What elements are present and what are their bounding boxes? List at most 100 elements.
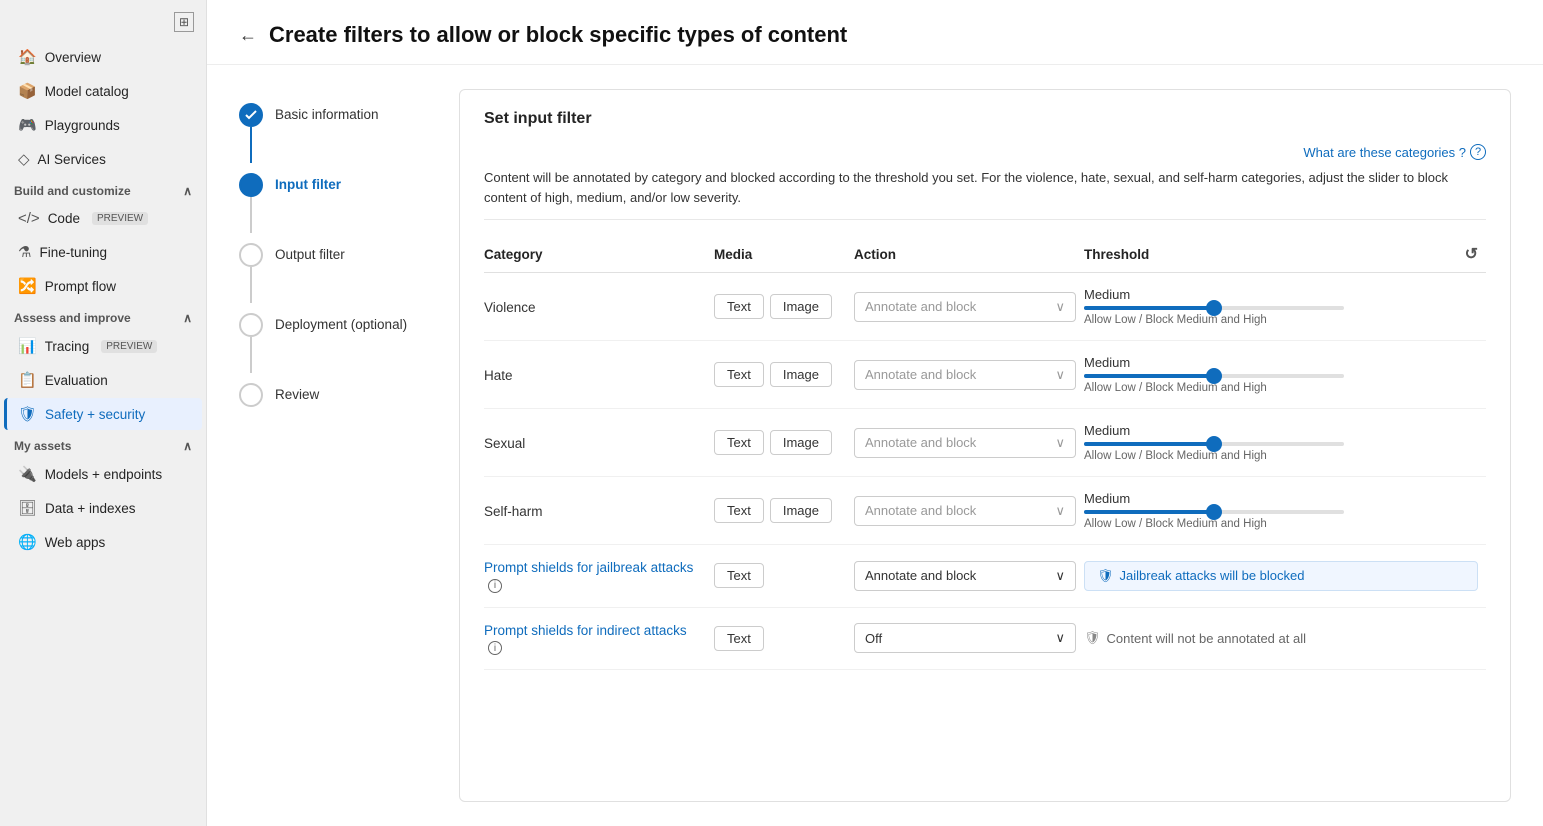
table-row: Self-harm Text Image Annotate and block … bbox=[484, 477, 1486, 545]
step-label-input-filter[interactable]: Input filter bbox=[275, 163, 341, 216]
code-icon: </> bbox=[18, 210, 40, 227]
sidebar-item-model-catalog[interactable]: 📦 Model catalog bbox=[4, 75, 202, 107]
action-dropdown-jailbreak[interactable]: Annotate and block ∨ bbox=[854, 561, 1076, 591]
table-row: Hate Text Image Annotate and block ∨ bbox=[484, 341, 1486, 409]
action-dropdown-self-harm[interactable]: Annotate and block ∨ bbox=[854, 496, 1076, 526]
sidebar-item-label: Models + endpoints bbox=[45, 467, 162, 482]
step-review: Review bbox=[239, 373, 419, 426]
home-icon: 🏠 bbox=[18, 48, 37, 66]
sidebar-item-safety-security[interactable]: 🛡 Safety + security bbox=[4, 398, 202, 430]
info-circle-icon: ? bbox=[1470, 144, 1486, 160]
step-input-filter: Input filter bbox=[239, 163, 419, 233]
sidebar-item-prompt-flow[interactable]: 🔀 Prompt flow bbox=[4, 270, 202, 302]
media-buttons-self-harm: Text Image bbox=[714, 498, 846, 523]
step-deployment-optional: Deployment (optional) bbox=[239, 303, 419, 373]
chevron-down-icon: ∨ bbox=[1055, 435, 1065, 451]
image-button-hate[interactable]: Image bbox=[770, 362, 832, 387]
text-button-violence[interactable]: Text bbox=[714, 294, 764, 319]
text-button-indirect[interactable]: Text bbox=[714, 626, 764, 651]
threshold-label-sexual: Medium bbox=[1084, 423, 1478, 438]
action-dropdown-indirect[interactable]: Off ∨ bbox=[854, 623, 1076, 653]
fine-tuning-icon: ⚗ bbox=[18, 243, 31, 261]
sidebar-item-fine-tuning[interactable]: ⚗ Fine-tuning bbox=[4, 236, 202, 268]
sidebar-item-evaluation[interactable]: 📋 Evaluation bbox=[4, 364, 202, 396]
section-assess-and-improve[interactable]: Assess and improve ∧ bbox=[0, 303, 206, 329]
sidebar-item-label: Model catalog bbox=[45, 84, 129, 99]
threshold-label-violence: Medium bbox=[1084, 287, 1478, 302]
slider-self-harm[interactable] bbox=[1084, 510, 1344, 514]
action-dropdown-sexual[interactable]: Annotate and block ∨ bbox=[854, 428, 1076, 458]
slider-violence[interactable] bbox=[1084, 306, 1344, 310]
slider-hint-hate: Allow Low / Block Medium and High bbox=[1084, 382, 1478, 394]
section-label: Assess and improve bbox=[14, 311, 131, 325]
content-area: Basic information Input filter Output fi… bbox=[207, 65, 1543, 826]
what-categories-link[interactable]: What are these categories ? ? bbox=[1303, 144, 1486, 160]
media-buttons-jailbreak: Text bbox=[714, 563, 846, 588]
slider-hint-violence: Allow Low / Block Medium and High bbox=[1084, 314, 1478, 326]
prompt-flow-icon: 🔀 bbox=[18, 277, 37, 295]
sidebar-item-ai-services[interactable]: ◇ AI Services bbox=[4, 143, 202, 175]
chevron-down-icon: ∨ bbox=[1055, 503, 1065, 519]
slider-hint-sexual: Allow Low / Block Medium and High bbox=[1084, 450, 1478, 462]
chevron-down-icon: ∨ bbox=[1055, 299, 1065, 315]
section-label: Build and customize bbox=[14, 184, 131, 198]
filter-panel: Set input filter What are these categori… bbox=[459, 89, 1511, 802]
chevron-up-icon: ∧ bbox=[183, 184, 192, 198]
back-button[interactable]: ← bbox=[239, 25, 257, 46]
category-violence: Violence bbox=[484, 300, 536, 315]
step-label-review[interactable]: Review bbox=[275, 373, 319, 426]
info-icon-indirect: i bbox=[488, 641, 502, 655]
filter-info-bar: What are these categories ? ? bbox=[484, 144, 1486, 160]
sidebar-item-label: Prompt flow bbox=[45, 279, 116, 294]
image-button-sexual[interactable]: Image bbox=[770, 430, 832, 455]
sidebar-item-tracing[interactable]: 📊 Tracing PREVIEW bbox=[4, 330, 202, 362]
page-header: ← Create filters to allow or block speci… bbox=[207, 0, 1543, 65]
text-button-hate[interactable]: Text bbox=[714, 362, 764, 387]
page-title: Create filters to allow or block specifi… bbox=[269, 22, 847, 48]
info-icon-jailbreak: i bbox=[488, 579, 502, 593]
media-buttons-indirect: Text bbox=[714, 626, 846, 651]
preview-badge: PREVIEW bbox=[101, 340, 157, 353]
step-circle-basic-information bbox=[239, 103, 263, 127]
category-sexual: Sexual bbox=[484, 436, 525, 451]
sidebar-item-label: Playgrounds bbox=[45, 118, 120, 133]
sidebar-item-models-endpoints[interactable]: 🔌 Models + endpoints bbox=[4, 458, 202, 490]
category-prompt-shields-indirect[interactable]: Prompt shields for indirect attacks bbox=[484, 623, 687, 638]
image-button-self-harm[interactable]: Image bbox=[770, 498, 832, 523]
sidebar-item-label: Tracing bbox=[45, 339, 90, 354]
category-prompt-shields-jailbreak[interactable]: Prompt shields for jailbreak attacks bbox=[484, 560, 693, 575]
slider-hate[interactable] bbox=[1084, 374, 1344, 378]
image-button-violence[interactable]: Image bbox=[770, 294, 832, 319]
models-icon: 🔌 bbox=[18, 465, 37, 483]
filter-panel-title: Set input filter bbox=[484, 110, 1486, 128]
step-label-deployment-optional[interactable]: Deployment (optional) bbox=[275, 303, 407, 356]
reset-threshold-button[interactable]: ↺ bbox=[1465, 244, 1478, 264]
col-media: Media bbox=[714, 236, 854, 273]
text-button-self-harm[interactable]: Text bbox=[714, 498, 764, 523]
sidebar-item-code[interactable]: </> Code PREVIEW bbox=[4, 203, 202, 234]
table-row: Prompt shields for indirect attacks i Te… bbox=[484, 607, 1486, 670]
action-dropdown-hate[interactable]: Annotate and block ∨ bbox=[854, 360, 1076, 390]
media-buttons-sexual: Text Image bbox=[714, 430, 846, 455]
category-hate: Hate bbox=[484, 368, 513, 383]
section-build-and-customize[interactable]: Build and customize ∧ bbox=[0, 176, 206, 202]
section-my-assets[interactable]: My assets ∧ bbox=[0, 431, 206, 457]
table-row: Violence Text Image Annotate and block ∨ bbox=[484, 273, 1486, 341]
step-label-output-filter[interactable]: Output filter bbox=[275, 233, 345, 286]
sidebar-item-data-indexes[interactable]: 🗄 Data + indexes bbox=[4, 492, 202, 524]
collapse-button[interactable]: ⊞ bbox=[174, 12, 194, 32]
tracing-icon: 📊 bbox=[18, 337, 37, 355]
sidebar-item-label: Safety + security bbox=[45, 407, 145, 422]
step-label-basic-information[interactable]: Basic information bbox=[275, 93, 379, 146]
action-dropdown-violence[interactable]: Annotate and block ∨ bbox=[854, 292, 1076, 322]
sidebar-item-label: Code bbox=[48, 211, 80, 226]
sidebar-item-overview[interactable]: 🏠 Overview bbox=[4, 41, 202, 73]
col-action: Action bbox=[854, 236, 1084, 273]
text-button-jailbreak[interactable]: Text bbox=[714, 563, 764, 588]
main-content: ← Create filters to allow or block speci… bbox=[207, 0, 1543, 826]
text-button-sexual[interactable]: Text bbox=[714, 430, 764, 455]
step-circle-deployment-optional bbox=[239, 313, 263, 337]
slider-sexual[interactable] bbox=[1084, 442, 1344, 446]
sidebar-item-web-apps[interactable]: 🌐 Web apps bbox=[4, 526, 202, 558]
sidebar-item-playgrounds[interactable]: 🎮 Playgrounds bbox=[4, 109, 202, 141]
